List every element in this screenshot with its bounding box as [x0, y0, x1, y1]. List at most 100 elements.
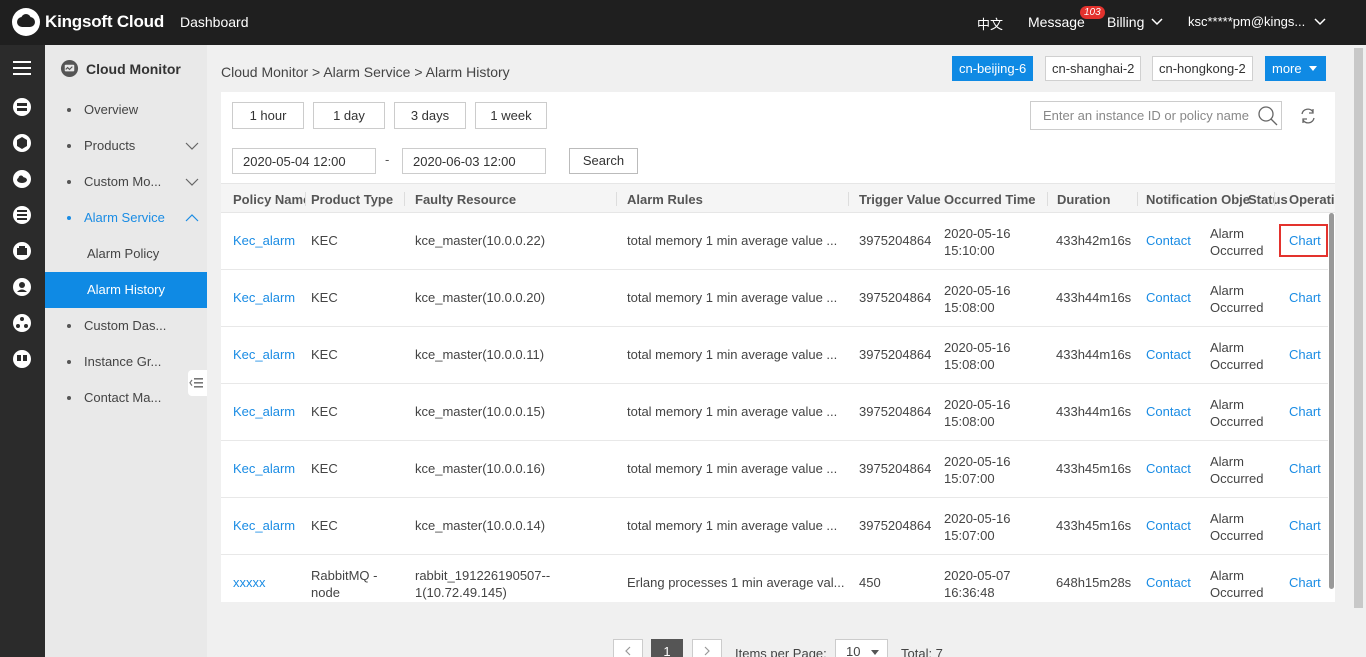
sidebar-item-instance-group[interactable]: Instance Gr...: [45, 344, 207, 380]
table-scrollbar-thumb[interactable]: [1329, 213, 1334, 589]
range-3-days-button[interactable]: 3 days: [394, 102, 466, 129]
region-tab-cn-beijing-6[interactable]: cn-beijing-6: [952, 56, 1034, 81]
items-per-page-label: Items per Page:: [735, 646, 827, 657]
region-more-button[interactable]: more: [1265, 56, 1326, 81]
product-type: KEC: [311, 518, 338, 533]
policy-name-link[interactable]: Kec_alarm: [233, 518, 295, 533]
language-switch[interactable]: 中文: [977, 14, 1003, 33]
user-icon[interactable]: [12, 277, 32, 297]
chart-link[interactable]: Chart: [1289, 518, 1321, 533]
chart-link[interactable]: Chart: [1289, 461, 1321, 476]
brand-logo[interactable]: Kingsoft Cloud: [12, 8, 164, 36]
refresh-icon[interactable]: [1299, 107, 1317, 125]
contact-link[interactable]: Contact: [1146, 575, 1191, 590]
status: Alarm Occurred: [1210, 397, 1264, 429]
occurred-time: 2020-05-16 15:10:00: [944, 226, 1011, 258]
server-icon[interactable]: [12, 97, 32, 117]
page-size-select[interactable]: 10: [835, 639, 888, 657]
policy-name-link[interactable]: xxxxx: [233, 575, 266, 590]
sidebar-item-label: Products: [84, 138, 136, 153]
col-policy-name[interactable]: Policy Name: [233, 192, 305, 207]
user-account[interactable]: ksc*****pm@kings...: [1188, 14, 1305, 29]
chart-link[interactable]: Chart: [1289, 404, 1321, 419]
region-tab-cn-shanghai-2[interactable]: cn-shanghai-2: [1045, 56, 1142, 81]
trigger-value: 3975204864: [859, 404, 932, 419]
cloud-icon[interactable]: [12, 169, 32, 189]
database-icon[interactable]: [12, 205, 32, 225]
policy-name-link[interactable]: Kec_alarm: [233, 461, 295, 476]
bullet: [67, 144, 71, 148]
contact-link[interactable]: Contact: [1146, 233, 1191, 248]
range-1-week-button[interactable]: 1 week: [475, 102, 547, 129]
col-status[interactable]: Status: [1248, 192, 1288, 207]
contact-link[interactable]: Contact: [1146, 290, 1191, 305]
range-1-hour-button[interactable]: 1 hour: [232, 102, 304, 129]
search-button[interactable]: Search: [569, 148, 638, 174]
range-1-day-button[interactable]: 1 day: [313, 102, 385, 129]
sidebar-item-contact-management[interactable]: Contact Ma...: [45, 380, 207, 416]
page-scrollbar-thumb[interactable]: [1354, 48, 1363, 608]
col-duration[interactable]: Duration: [1057, 192, 1137, 207]
cube-icon[interactable]: [12, 133, 32, 153]
duration: 433h44m16s: [1056, 347, 1132, 362]
sidebar-item-label: Alarm Service: [84, 210, 165, 225]
sidebar-header: Cloud Monitor: [60, 59, 181, 78]
product-type: KEC: [311, 233, 338, 248]
monitor-icon: [60, 59, 79, 78]
chevron-down-icon[interactable]: [1313, 13, 1327, 31]
contact-link[interactable]: Contact: [1146, 461, 1191, 476]
chart-link[interactable]: Chart: [1289, 575, 1321, 590]
policy-name-link[interactable]: Kec_alarm: [233, 290, 295, 305]
contact-link[interactable]: Contact: [1146, 404, 1191, 419]
alarm-rule: total memory 1 min average value ...: [627, 404, 838, 419]
menu-icon[interactable]: [12, 58, 32, 78]
col-faulty-resource[interactable]: Faulty Resource: [415, 192, 615, 207]
trigger-value: 3975204864: [859, 461, 932, 476]
start-time-input[interactable]: [232, 148, 376, 174]
sidebar-item-custom-monitor[interactable]: Custom Mo...: [45, 164, 207, 200]
table-row: Kec_alarm KEC kce_master(10.0.0.15) tota…: [221, 384, 1328, 441]
sidebar-collapse-handle[interactable]: [188, 370, 207, 396]
sidebar-item-label: Instance Gr...: [84, 354, 162, 369]
current-page[interactable]: 1: [651, 639, 683, 657]
group-icon[interactable]: [12, 349, 32, 369]
end-time-input[interactable]: [402, 148, 546, 174]
contact-link[interactable]: Contact: [1146, 347, 1191, 362]
duration: 433h45m16s: [1056, 518, 1132, 533]
faulty-resource: kce_master(10.0.0.22): [415, 233, 546, 248]
alarm-rule: total memory 1 min average value ...: [627, 518, 838, 533]
bullet: [67, 180, 71, 184]
contact-link[interactable]: Contact: [1146, 518, 1191, 533]
storage-icon[interactable]: [12, 241, 32, 261]
policy-name-link[interactable]: Kec_alarm: [233, 347, 295, 362]
nav-dashboard[interactable]: Dashboard: [180, 14, 249, 30]
alarm-rule: total memory 1 min average value ...: [627, 290, 838, 305]
search-input[interactable]: [1032, 103, 1252, 128]
col-alarm-rules[interactable]: Alarm Rules: [627, 192, 837, 207]
search-icon[interactable]: [1257, 105, 1279, 127]
table-row: Kec_alarm KEC kce_master(10.0.0.11) tota…: [221, 327, 1328, 384]
col-operation[interactable]: Operation: [1289, 192, 1335, 207]
region-tab-cn-hongkong-2[interactable]: cn-hongkong-2: [1152, 56, 1253, 81]
nav-message[interactable]: Message: [1028, 14, 1085, 30]
col-notification-object[interactable]: Notification Object: [1146, 192, 1250, 207]
prev-page-button[interactable]: [613, 639, 643, 657]
policy-name-link[interactable]: Kec_alarm: [233, 404, 295, 419]
sidebar-item-overview[interactable]: Overview: [45, 92, 207, 128]
chart-link[interactable]: Chart: [1289, 347, 1321, 362]
col-occurred-time[interactable]: Occurred Time: [944, 192, 1039, 207]
chevron-down-icon[interactable]: [1150, 13, 1164, 31]
next-page-button[interactable]: [692, 639, 722, 657]
sidebar-item-custom-dashboard[interactable]: Custom Das...: [45, 308, 207, 344]
sidebar-item-products[interactable]: Products: [45, 128, 207, 164]
policy-name-link[interactable]: Kec_alarm: [233, 233, 295, 248]
chevron-left-icon: [625, 646, 631, 656]
sidebar-subitem-alarm-history[interactable]: Alarm History: [45, 272, 207, 308]
chart-link[interactable]: Chart: [1289, 290, 1321, 305]
nav-billing[interactable]: Billing: [1107, 14, 1144, 30]
sidebar-subitem-alarm-policy[interactable]: Alarm Policy: [45, 236, 207, 272]
col-trigger-value[interactable]: Trigger Value: [859, 192, 944, 207]
col-product-type[interactable]: Product Type: [311, 192, 401, 207]
sidebar-item-alarm-service[interactable]: Alarm Service: [45, 200, 207, 236]
network-icon[interactable]: [12, 313, 32, 333]
